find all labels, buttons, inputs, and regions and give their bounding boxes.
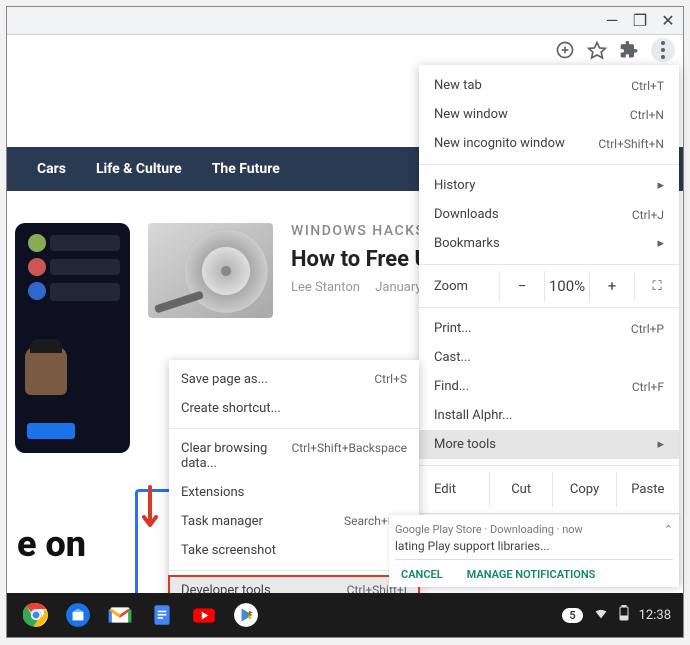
submenu-clear-browsing-data[interactable]: Clear browsing data...Ctrl+Shift+Backspa… bbox=[169, 434, 419, 478]
menu-new-window[interactable]: New windowCtrl+N bbox=[419, 100, 679, 129]
edit-cut[interactable]: Cut bbox=[489, 472, 552, 507]
notification-manage-button[interactable]: MANAGE NOTIFICATIONS bbox=[467, 568, 596, 581]
chrome-icon[interactable] bbox=[19, 598, 53, 632]
zoom-in-button[interactable]: + bbox=[589, 271, 634, 301]
article-author: Lee Stanton bbox=[291, 280, 360, 295]
zoom-value: 100% bbox=[544, 271, 589, 301]
play-store-icon[interactable] bbox=[229, 598, 263, 632]
submenu-take-screenshot[interactable]: Take screenshot bbox=[169, 536, 419, 565]
youtube-icon[interactable] bbox=[187, 598, 221, 632]
zoom-out-button[interactable]: − bbox=[499, 271, 544, 301]
wifi-icon bbox=[593, 605, 609, 625]
edit-label: Edit bbox=[419, 472, 489, 507]
menu-more-tools[interactable]: More tools▸ bbox=[419, 430, 679, 459]
article-thumbnail-disk bbox=[148, 223, 273, 318]
chrome-main-menu: New tabCtrl+T New windowCtrl+N New incog… bbox=[419, 65, 679, 584]
menu-new-incognito[interactable]: New incognito windowCtrl+Shift+N bbox=[419, 129, 679, 158]
article-thumbnail-phone bbox=[15, 223, 130, 453]
gmail-icon[interactable] bbox=[103, 598, 137, 632]
clock: 12:38 bbox=[639, 608, 671, 623]
kebab-menu-icon[interactable] bbox=[651, 38, 675, 62]
menu-cast[interactable]: Cast... bbox=[419, 343, 679, 372]
menu-install-app[interactable]: Install Alphr... bbox=[419, 401, 679, 430]
system-tray[interactable]: 5 12:38 bbox=[562, 605, 671, 625]
add-tab-icon[interactable] bbox=[555, 40, 575, 60]
submenu-save-page[interactable]: Save page as...Ctrl+S bbox=[169, 365, 419, 394]
edit-paste[interactable]: Paste bbox=[616, 472, 679, 507]
notification-panel: Google Play Store · Downloading · now⌃ l… bbox=[389, 515, 679, 587]
taskbar: 5 12:38 bbox=[7, 593, 683, 637]
titlebar: — ❐ ✕ bbox=[7, 7, 683, 35]
menu-edit-row: Edit Cut Copy Paste bbox=[419, 466, 679, 514]
more-tools-submenu: Save page as...Ctrl+S Create shortcut...… bbox=[169, 360, 419, 611]
menu-print[interactable]: Print...Ctrl+P bbox=[419, 314, 679, 343]
zoom-label: Zoom bbox=[419, 279, 499, 294]
menu-zoom-row: Zoom − 100% + ⛶ bbox=[419, 265, 679, 308]
battery-icon bbox=[619, 605, 629, 625]
browser-window: — ❐ ✕ Cars Life & Culture The Future bbox=[6, 6, 684, 638]
submenu-extensions[interactable]: Extensions bbox=[169, 478, 419, 507]
minimize-button[interactable]: — bbox=[603, 11, 621, 29]
caret-up-icon[interactable]: ⌃ bbox=[664, 523, 673, 536]
files-icon[interactable] bbox=[61, 598, 95, 632]
submenu-task-manager[interactable]: Task managerSearch+Esc bbox=[169, 507, 419, 536]
nav-life-culture[interactable]: Life & Culture bbox=[96, 161, 182, 177]
submenu-create-shortcut[interactable]: Create shortcut... bbox=[169, 394, 419, 423]
close-button[interactable]: ✕ bbox=[659, 11, 677, 29]
fullscreen-button[interactable]: ⛶ bbox=[634, 273, 679, 300]
menu-history[interactable]: History▸ bbox=[419, 171, 679, 200]
notification-cancel-button[interactable]: CANCEL bbox=[401, 568, 443, 581]
nav-cars[interactable]: Cars bbox=[37, 161, 66, 177]
menu-new-tab[interactable]: New tabCtrl+T bbox=[419, 71, 679, 100]
docs-icon[interactable] bbox=[145, 598, 179, 632]
extensions-icon[interactable] bbox=[619, 40, 639, 60]
menu-find[interactable]: Find...Ctrl+F bbox=[419, 372, 679, 401]
menu-bookmarks[interactable]: Bookmarks▸ bbox=[419, 229, 679, 258]
nav-future[interactable]: The Future bbox=[212, 161, 280, 177]
browser-toolbar bbox=[7, 35, 683, 65]
notification-count-badge[interactable]: 5 bbox=[562, 608, 582, 623]
edit-copy[interactable]: Copy bbox=[552, 472, 615, 507]
maximize-button[interactable]: ❐ bbox=[631, 11, 649, 29]
menu-downloads[interactable]: DownloadsCtrl+J bbox=[419, 200, 679, 229]
bookmark-star-icon[interactable] bbox=[587, 40, 607, 60]
notification-body: lating Play support libraries... bbox=[395, 539, 673, 560]
notification-header: Google Play Store · Downloading · now⌃ bbox=[395, 523, 673, 536]
annotation-arrow bbox=[140, 485, 160, 535]
